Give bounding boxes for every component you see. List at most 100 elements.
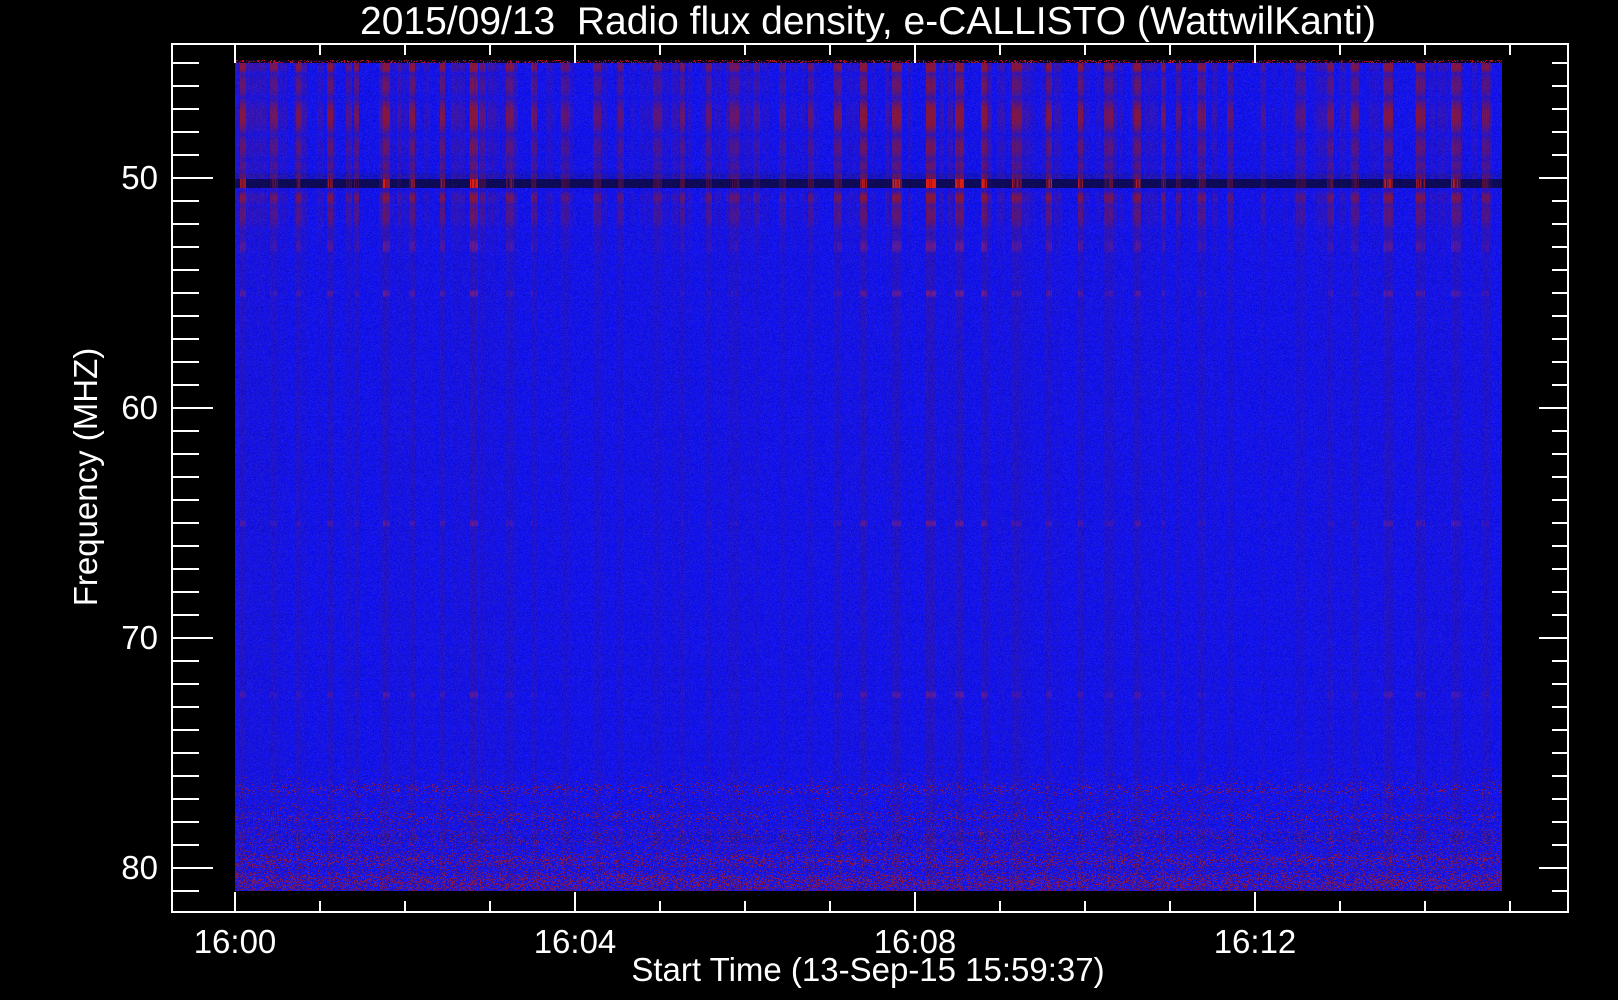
y-minor-tick [173,200,199,202]
y-minor-tick [1552,361,1567,363]
y-minor-tick [173,246,199,248]
y-minor-tick [1552,246,1567,248]
x-minor-tick [1339,901,1341,911]
x-tick-label: 16:12 [1213,923,1297,960]
y-minor-tick [1552,384,1567,386]
x-major-tick [234,892,236,911]
y-tick-label: 50 [121,159,158,196]
y-major-tick [1539,867,1567,869]
y-minor-tick [173,430,199,432]
y-minor-tick [1552,292,1567,294]
x-minor-tick [1424,901,1426,911]
y-major-tick [173,867,213,869]
y-minor-tick [173,545,199,547]
y-minor-tick [173,706,199,708]
x-minor-tick [744,45,746,55]
x-tick-label: 16:00 [193,923,277,960]
y-minor-tick [1552,706,1567,708]
y-major-tick [173,637,213,639]
x-major-tick [1254,892,1256,911]
radio-spectrogram-plot: 2015/09/13 Radio flux density, e-CALLIST… [0,0,1618,1000]
x-minor-tick [744,901,746,911]
y-major-tick [173,177,213,179]
y-minor-tick [173,292,199,294]
y-minor-tick [173,568,199,570]
y-axis-title: Frequency (MHZ) [67,347,104,607]
x-minor-tick [1509,901,1511,911]
x-minor-tick [1169,45,1171,55]
y-minor-tick [173,131,199,133]
x-minor-tick [999,901,1001,911]
x-minor-tick [319,45,321,55]
y-minor-tick [1552,545,1567,547]
axis-ticks-layer [0,0,1618,1000]
y-minor-tick [173,361,199,363]
y-minor-tick [1552,821,1567,823]
y-minor-tick [173,384,199,386]
y-minor-tick [1552,522,1567,524]
y-minor-tick [173,85,199,87]
x-major-tick [574,892,576,911]
y-minor-tick [1552,223,1567,225]
y-minor-tick [1552,430,1567,432]
y-minor-tick [173,821,199,823]
y-minor-tick [173,890,199,892]
x-major-tick [914,892,916,911]
x-minor-tick [319,901,321,911]
y-minor-tick [173,775,199,777]
y-minor-tick [1552,752,1567,754]
x-minor-tick [1169,901,1171,911]
y-minor-tick [173,269,199,271]
x-minor-tick [999,45,1001,55]
y-minor-tick [1552,568,1567,570]
y-minor-tick [173,752,199,754]
y-minor-tick [1552,62,1567,64]
y-minor-tick [1552,154,1567,156]
y-minor-tick [1552,315,1567,317]
y-major-tick [173,407,213,409]
y-minor-tick [173,683,199,685]
x-minor-tick [404,45,406,55]
y-minor-tick [173,154,199,156]
y-major-tick [1539,637,1567,639]
y-minor-tick [173,62,199,64]
y-minor-tick [173,108,199,110]
x-minor-tick [1509,45,1511,55]
y-minor-tick [173,453,199,455]
x-major-tick [574,45,576,63]
y-minor-tick [1552,108,1567,110]
x-minor-tick [1084,901,1086,911]
y-minor-tick [1552,85,1567,87]
y-minor-tick [1552,131,1567,133]
x-major-tick [234,45,236,63]
x-minor-tick [489,901,491,911]
y-minor-tick [173,729,199,731]
y-minor-tick [1552,683,1567,685]
y-minor-tick [1552,591,1567,593]
y-minor-tick [173,315,199,317]
y-minor-tick [1552,499,1567,501]
x-major-tick [914,45,916,63]
x-minor-tick [659,45,661,55]
y-minor-tick [173,660,199,662]
y-minor-tick [173,223,199,225]
y-tick-label: 70 [121,619,158,656]
y-minor-tick [173,844,199,846]
x-minor-tick [1339,45,1341,55]
x-axis-title: Start Time (13-Sep-15 15:59:37) [631,951,1105,988]
y-minor-tick [173,476,199,478]
x-minor-tick [404,901,406,911]
x-minor-tick [1084,45,1086,55]
y-minor-tick [1552,798,1567,800]
y-minor-tick [1552,890,1567,892]
x-major-tick [1254,45,1256,63]
y-minor-tick [1552,844,1567,846]
y-minor-tick [173,338,199,340]
x-minor-tick [829,45,831,55]
y-minor-tick [1552,614,1567,616]
y-minor-tick [173,591,199,593]
y-minor-tick [1552,660,1567,662]
y-minor-tick [173,614,199,616]
x-minor-tick [829,901,831,911]
x-minor-tick [489,45,491,55]
